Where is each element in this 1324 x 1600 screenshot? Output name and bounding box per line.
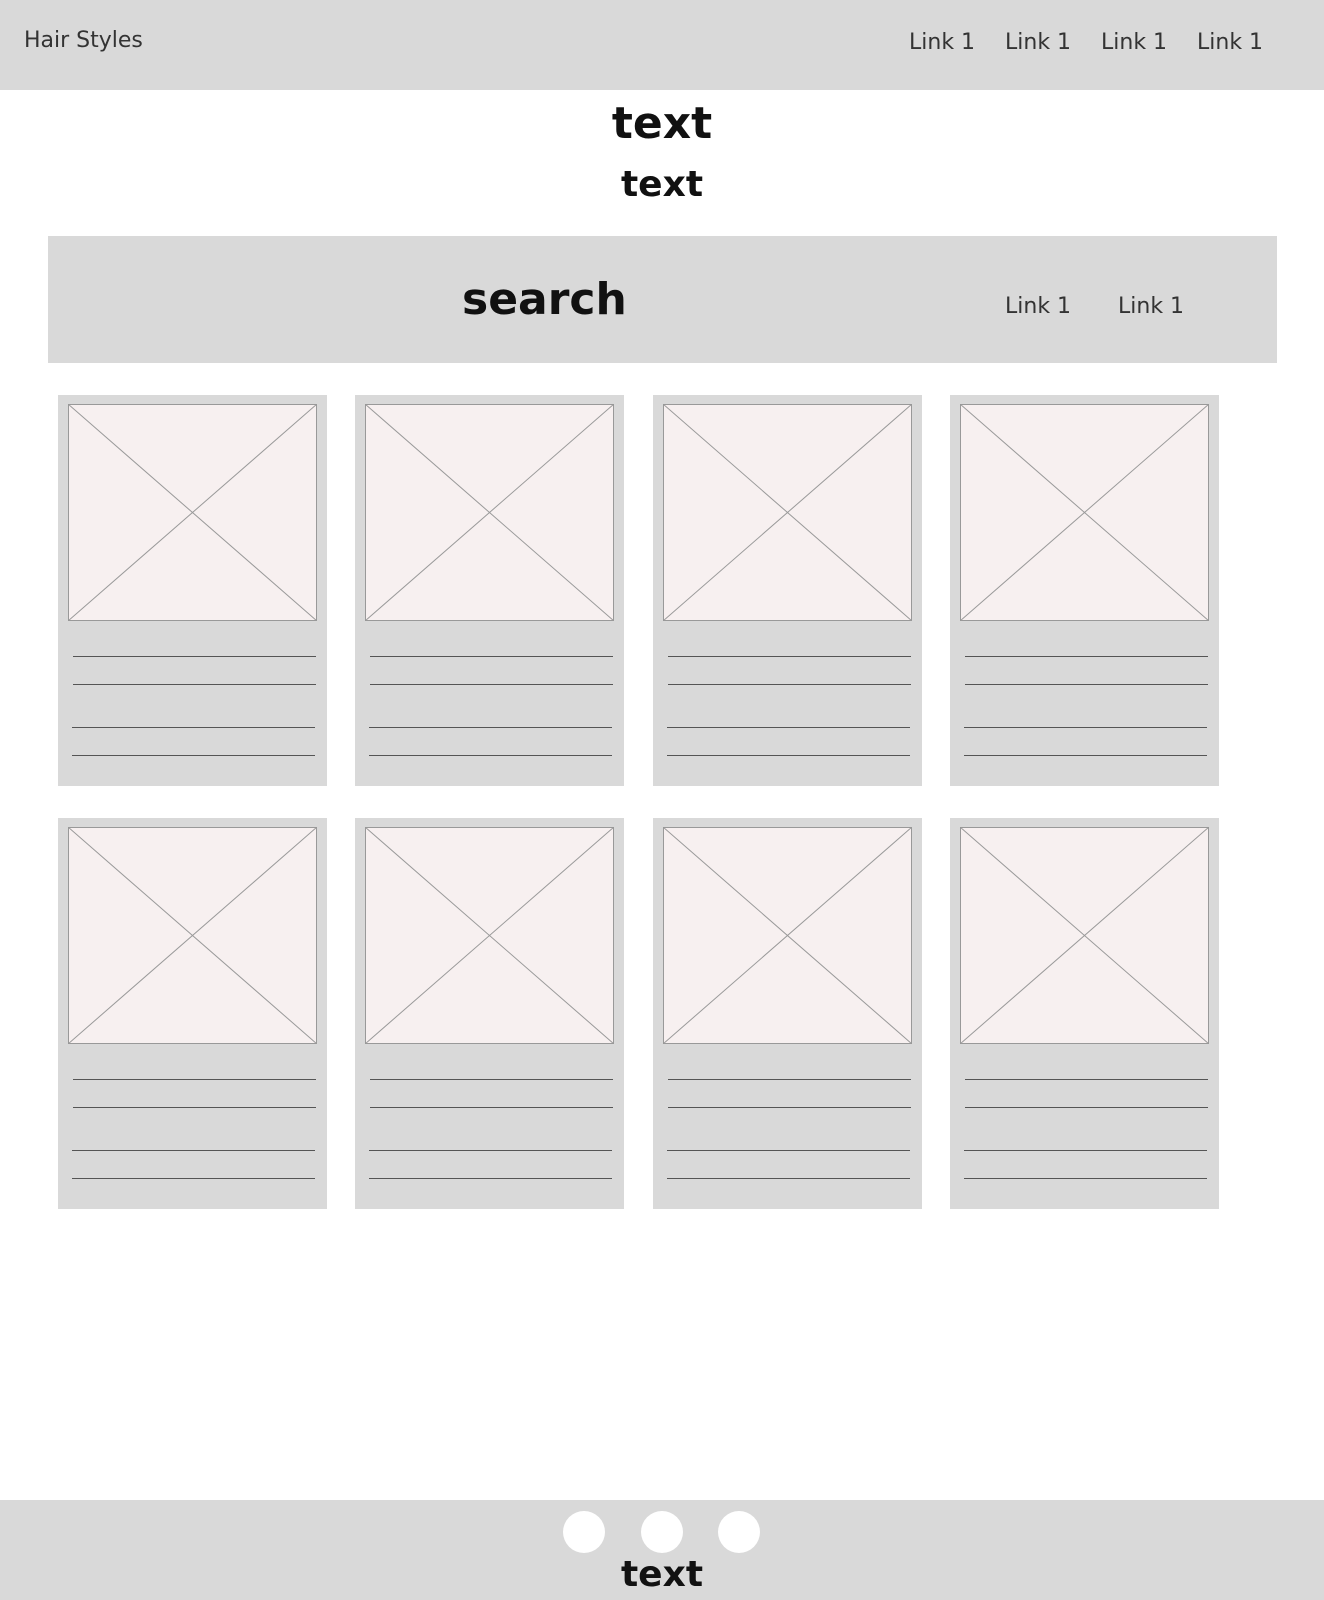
card-text-placeholder-line (370, 1107, 613, 1108)
card-text-placeholder-line (667, 727, 910, 728)
card-text-placeholder-line (964, 1178, 1207, 1179)
card-text-placeholder-line (370, 656, 613, 657)
search-button[interactable]: search (462, 275, 627, 324)
image-placeholder-icon (365, 404, 614, 621)
image-placeholder-icon (960, 404, 1209, 621)
nav-link-2[interactable]: Link 1 (1005, 32, 1071, 54)
gallery-card[interactable] (355, 818, 624, 1209)
nav-link-1[interactable]: Link 1 (909, 32, 975, 54)
social-circle-icon-2[interactable] (641, 1511, 683, 1553)
gallery-card[interactable] (950, 395, 1219, 786)
footer-text: text (620, 1554, 704, 1595)
image-placeholder-icon (663, 827, 912, 1044)
search-filter-link-1[interactable]: Link 1 (1005, 296, 1071, 318)
image-placeholder-icon (663, 404, 912, 621)
top-navigation-bar: Hair Styles Link 1 Link 1 Link 1 Link 1 (0, 0, 1324, 90)
gallery-card[interactable] (653, 818, 922, 1209)
card-text-placeholder-line (72, 727, 315, 728)
card-text-placeholder-line (965, 684, 1208, 685)
card-text-placeholder-line (72, 1150, 315, 1151)
gallery-card[interactable] (653, 395, 922, 786)
nav-link-3[interactable]: Link 1 (1101, 32, 1167, 54)
card-text-placeholder-line (667, 755, 910, 756)
page-footer: text (0, 1500, 1324, 1600)
card-text-placeholder-line (668, 684, 911, 685)
card-text-placeholder-line (73, 1079, 316, 1080)
card-text-placeholder-line (667, 1178, 910, 1179)
card-text-placeholder-line (667, 1150, 910, 1151)
card-text-placeholder-line (369, 1150, 612, 1151)
social-circle-icon-1[interactable] (563, 1511, 605, 1553)
search-filter-link-2[interactable]: Link 1 (1118, 296, 1184, 318)
card-text-placeholder-line (964, 1150, 1207, 1151)
card-text-placeholder-line (73, 684, 316, 685)
nav-link-4[interactable]: Link 1 (1197, 32, 1263, 54)
image-placeholder-icon (68, 404, 317, 621)
card-text-placeholder-line (668, 656, 911, 657)
card-text-placeholder-line (965, 656, 1208, 657)
gallery-card[interactable] (355, 395, 624, 786)
card-text-placeholder-line (370, 1079, 613, 1080)
image-placeholder-icon (68, 827, 317, 1044)
card-text-placeholder-line (369, 1178, 612, 1179)
gallery-card[interactable] (950, 818, 1219, 1209)
card-text-placeholder-line (370, 684, 613, 685)
hero-title: text (611, 98, 713, 149)
card-text-placeholder-line (668, 1079, 911, 1080)
card-text-placeholder-line (964, 727, 1207, 728)
image-placeholder-icon (960, 827, 1209, 1044)
social-circle-icon-3[interactable] (718, 1511, 760, 1553)
site-brand-link[interactable]: Hair Styles (24, 30, 143, 52)
gallery-card[interactable] (58, 818, 327, 1209)
card-text-placeholder-line (369, 755, 612, 756)
card-text-placeholder-line (369, 727, 612, 728)
gallery-card[interactable] (58, 395, 327, 786)
card-text-placeholder-line (73, 1107, 316, 1108)
card-text-placeholder-line (964, 755, 1207, 756)
card-text-placeholder-line (72, 1178, 315, 1179)
card-text-placeholder-line (72, 755, 315, 756)
hero-subtitle: text (620, 164, 704, 205)
search-panel: search Link 1 Link 1 (48, 236, 1277, 363)
card-text-placeholder-line (965, 1079, 1208, 1080)
card-text-placeholder-line (73, 656, 316, 657)
image-placeholder-icon (365, 827, 614, 1044)
card-text-placeholder-line (668, 1107, 911, 1108)
card-text-placeholder-line (965, 1107, 1208, 1108)
